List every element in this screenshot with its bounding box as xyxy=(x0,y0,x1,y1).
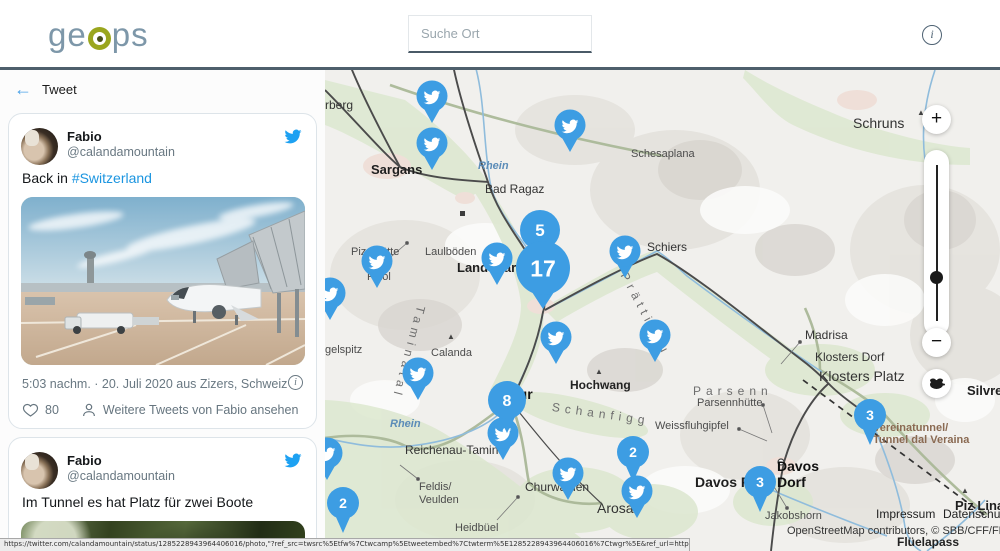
map-label: Madrisa xyxy=(805,328,848,342)
svg-text:2: 2 xyxy=(629,444,637,460)
cluster-marker-17[interactable]: 17 xyxy=(513,239,573,316)
map-label: Rhein xyxy=(478,160,509,172)
status-bar-url: https://twitter.com/calandamountain/stat… xyxy=(0,538,690,551)
cluster-marker-8[interactable]: 8 xyxy=(485,379,529,440)
fly-layer-button[interactable] xyxy=(922,369,951,398)
zoom-slider-thumb[interactable] xyxy=(930,271,943,284)
map-label: Schesaplana xyxy=(631,148,695,160)
tweet-text: Back in #Switzerland xyxy=(22,170,152,186)
tweet-marker[interactable] xyxy=(552,108,588,159)
zoom-in-button[interactable]: + xyxy=(922,105,951,134)
tweet-card: Fabio @calandamountain Back in #Switzerl… xyxy=(8,113,317,429)
cluster-marker-2[interactable]: 2 xyxy=(325,485,362,540)
zoom-slider[interactable] xyxy=(924,150,949,336)
map-label: Calanda xyxy=(431,347,472,359)
map-label: Laulböden xyxy=(425,246,476,258)
tweet-info-icon[interactable]: i xyxy=(288,375,303,390)
zoom-out-button[interactable]: − xyxy=(922,328,951,357)
map-label: Flüelapass xyxy=(897,535,959,549)
map-label: gelspitz xyxy=(325,344,362,356)
tweet-marker[interactable] xyxy=(538,320,574,371)
like-count: 80 xyxy=(45,403,59,417)
back-arrow-icon[interactable]: ← xyxy=(14,79,32,100)
fly-icon xyxy=(928,377,945,390)
zoom-slider-track xyxy=(936,165,938,321)
tweet-marker[interactable] xyxy=(414,79,450,130)
tweet-marker[interactable] xyxy=(637,318,673,369)
svg-text:5: 5 xyxy=(535,221,544,240)
logo-text-post: ps xyxy=(112,16,149,54)
sidebar-title: Tweet xyxy=(42,82,77,97)
tweet-sidebar: ← Tweet Fabio @calandamountain Back in #… xyxy=(0,70,325,551)
map-label: ▲ xyxy=(595,367,603,376)
cluster-marker-3[interactable]: 3 xyxy=(741,464,779,519)
place-search xyxy=(408,15,592,53)
more-tweets-link[interactable]: Weitere Tweets von Fabio ansehen xyxy=(103,403,299,417)
avatar[interactable] xyxy=(21,128,58,165)
map-canvas[interactable]: rbergSargansRheinBad RagazSchruns▲Schesa… xyxy=(325,70,1000,551)
tweet-author: Fabio xyxy=(67,453,102,468)
map-label: Davos xyxy=(777,458,819,474)
tweet-timestamp: 5:03 nachm. · 20. Juli 2020 aus Zizers, … xyxy=(22,377,287,391)
map-label: Klosters Platz xyxy=(819,368,905,384)
logo-text-pre: ge xyxy=(48,16,87,54)
map-label: Dorf xyxy=(777,474,806,490)
tweet-text: Im Tunnel es hat Platz für zwei Boote xyxy=(22,494,253,510)
tweet-handle: @calandamountain xyxy=(67,145,175,159)
cluster-marker-3[interactable]: 3 xyxy=(851,397,889,452)
map-label: Bad Ragaz xyxy=(485,182,544,196)
map-label: ▲ xyxy=(961,486,969,495)
twitter-bird-icon[interactable] xyxy=(283,452,303,469)
map-label: Silvrett xyxy=(967,383,1000,398)
svg-text:3: 3 xyxy=(866,407,874,423)
map-label: Rhein xyxy=(390,418,421,430)
map-label: Feldis/ xyxy=(419,481,451,493)
tweet-card: Fabio @calandamountain Im Tunnel es hat … xyxy=(8,437,317,551)
svg-text:8: 8 xyxy=(503,393,512,410)
svg-text:2: 2 xyxy=(339,495,347,511)
footer-link-impressum[interactable]: Impressum xyxy=(876,507,935,521)
tweet-marker[interactable] xyxy=(550,456,586,507)
profile-icon xyxy=(81,402,97,418)
map-label: ▲ xyxy=(447,332,455,341)
tweet-marker[interactable] xyxy=(325,276,348,327)
tweet-marker[interactable] xyxy=(414,126,450,177)
tweet-marker[interactable] xyxy=(479,241,515,292)
map-label: Parsenn xyxy=(693,384,773,398)
tweet-marker[interactable] xyxy=(400,356,436,407)
footer-link-datenschutz[interactable]: Datenschutz xyxy=(943,507,1000,521)
tweet-author: Fabio xyxy=(67,129,102,144)
avatar[interactable] xyxy=(21,452,58,489)
map-label: Heidbüel xyxy=(455,522,498,534)
tweet-photo-airport[interactable] xyxy=(21,197,305,365)
app-header: ge ps i xyxy=(0,0,1000,70)
map-label: Parsennhütte xyxy=(697,397,762,409)
tweet-handle: @calandamountain xyxy=(67,469,175,483)
twitter-bird-icon[interactable] xyxy=(283,128,303,145)
svg-text:3: 3 xyxy=(756,474,764,490)
cluster-marker-2[interactable]: 2 xyxy=(614,434,652,489)
map-attribution: OpenStreetMap contributors, © SBB/CFF/FF… xyxy=(787,525,1000,537)
svg-text:17: 17 xyxy=(530,255,556,281)
heart-icon[interactable] xyxy=(22,402,39,418)
logo-o-icon xyxy=(88,27,111,50)
geops-logo[interactable]: ge ps xyxy=(48,16,149,54)
sidebar-header: ← Tweet xyxy=(0,70,325,108)
map-label: rberg xyxy=(325,98,353,112)
tweet-marker[interactable] xyxy=(359,244,395,295)
info-icon[interactable]: i xyxy=(922,25,942,45)
map-label: Klosters Dorf xyxy=(815,350,884,364)
map-label: Veulden xyxy=(419,494,459,506)
tweet-marker[interactable] xyxy=(325,436,345,487)
map-label: Schruns xyxy=(853,115,904,131)
hashtag-link[interactable]: #Switzerland xyxy=(72,170,152,186)
search-input[interactable] xyxy=(421,26,597,41)
map-label: Weissfluhgipfel xyxy=(655,420,729,432)
map-label: Hochwang xyxy=(570,378,631,392)
tweet-marker[interactable] xyxy=(607,234,643,285)
map-label: Schiers xyxy=(647,240,687,254)
